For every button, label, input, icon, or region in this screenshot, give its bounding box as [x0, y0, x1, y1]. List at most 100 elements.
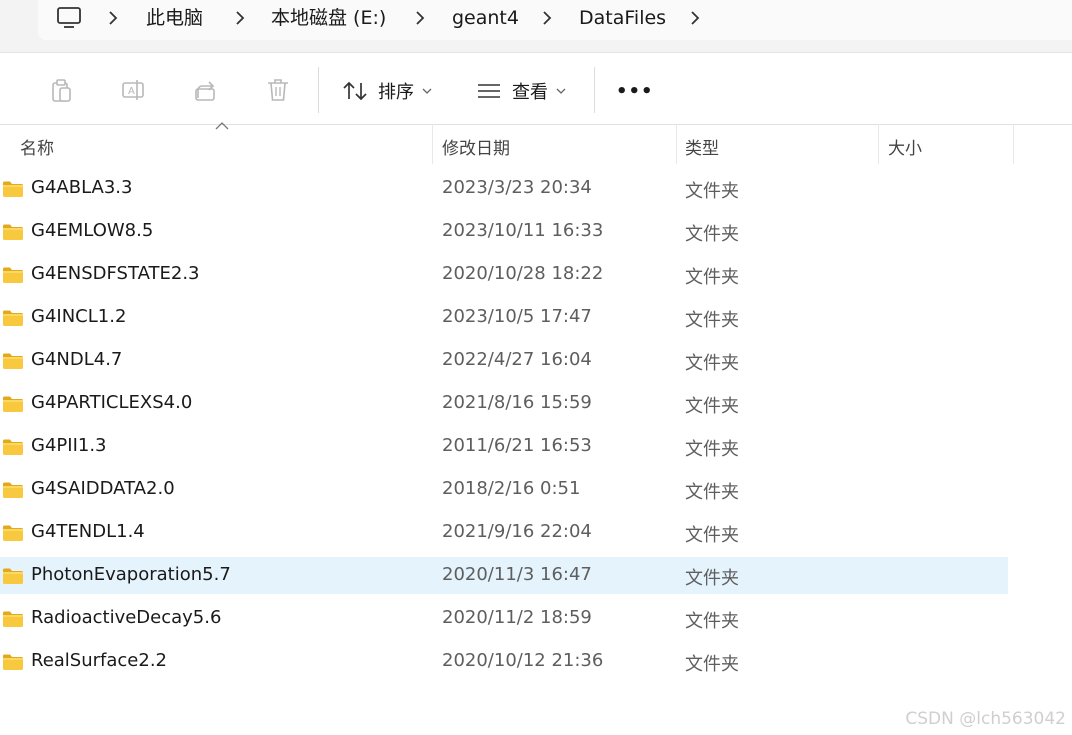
file-name: G4PII1.3 [31, 435, 107, 456]
watermark: CSDN @lch563042 [905, 709, 1066, 729]
file-modified-date: 2020/10/12 21:36 [442, 650, 604, 671]
breadcrumb-datafiles[interactable]: DataFiles [579, 6, 666, 30]
file-modified-date: 2023/10/11 16:33 [442, 220, 604, 241]
share-icon[interactable] [193, 77, 219, 103]
sort-button[interactable]: 排序 [342, 75, 432, 107]
folder-icon [3, 310, 23, 326]
chevron-right-icon[interactable] [540, 10, 554, 26]
file-name: G4ENSDFSTATE2.3 [31, 263, 200, 284]
folder-icon [3, 439, 23, 455]
file-type: 文件夹 [685, 654, 739, 675]
view-list-icon [478, 84, 500, 98]
column-header-size[interactable]: 大小 [879, 124, 1013, 164]
file-modified-date: 2018/2/16 0:51 [442, 478, 581, 499]
svg-text:A: A [128, 86, 135, 97]
file-list: G4ABLA3.3 2023/3/23 20:34 文件夹 G4EMLOW8.5… [0, 170, 1072, 686]
toolbar-separator [318, 67, 319, 113]
chevron-down-icon [556, 88, 566, 94]
sort-icon [343, 81, 367, 101]
file-name: G4INCL1.2 [31, 306, 127, 327]
file-row[interactable]: RealSurface2.2 2020/10/12 21:36 文件夹 [0, 643, 1008, 680]
toolbar-separator [594, 67, 595, 113]
folder-icon [3, 482, 23, 498]
file-type: 文件夹 [685, 525, 739, 546]
file-row[interactable]: RadioactiveDecay5.6 2020/11/2 18:59 文件夹 [0, 600, 1008, 637]
column-header-modified[interactable]: 修改日期 [433, 124, 676, 164]
file-type: 文件夹 [685, 353, 739, 374]
file-type: 文件夹 [685, 611, 739, 632]
file-modified-date: 2021/9/16 22:04 [442, 521, 592, 542]
file-name: G4NDL4.7 [31, 349, 123, 370]
column-header-size-label: 大小 [888, 139, 922, 159]
file-name: G4PARTICLEXS4.0 [31, 392, 193, 413]
folder-icon [3, 267, 23, 283]
file-modified-date: 2023/10/5 17:47 [442, 306, 592, 327]
column-header-type[interactable]: 类型 [677, 124, 878, 164]
file-type: 文件夹 [685, 439, 739, 460]
file-row[interactable]: G4TENDL1.4 2021/9/16 22:04 文件夹 [0, 514, 1008, 551]
folder-icon [3, 224, 23, 240]
address-bar-area: 此电脑 本地磁盘 (E:) geant4 DataFiles [0, 0, 1072, 52]
file-name: G4TENDL1.4 [31, 521, 145, 542]
file-modified-date: 2020/11/2 18:59 [442, 607, 592, 628]
folder-icon [3, 654, 23, 670]
column-header-name-label: 名称 [20, 139, 54, 159]
file-modified-date: 2021/8/16 15:59 [442, 392, 592, 413]
file-type: 文件夹 [685, 224, 739, 245]
column-header-name[interactable]: 名称 [0, 124, 432, 164]
file-row[interactable]: G4EMLOW8.5 2023/10/11 16:33 文件夹 [0, 213, 1008, 250]
file-modified-date: 2023/3/23 20:34 [442, 177, 592, 198]
column-header-type-label: 类型 [685, 139, 719, 159]
sort-label: 排序 [378, 82, 414, 103]
file-name: PhotonEvaporation5.7 [31, 564, 231, 585]
file-name: G4EMLOW8.5 [31, 220, 154, 241]
column-divider[interactable] [1013, 124, 1014, 164]
file-name: G4ABLA3.3 [31, 177, 133, 198]
file-row[interactable]: G4SAIDDATA2.0 2018/2/16 0:51 文件夹 [0, 471, 1008, 508]
file-type: 文件夹 [685, 396, 739, 417]
this-pc-icon[interactable] [56, 6, 82, 30]
chevron-right-icon[interactable] [106, 10, 120, 26]
file-row[interactable]: G4PII1.3 2011/6/21 16:53 文件夹 [0, 428, 1008, 465]
chevron-right-icon[interactable] [688, 10, 702, 26]
file-row[interactable]: PhotonEvaporation5.7 2020/11/3 16:47 文件夹 [0, 557, 1008, 594]
file-row[interactable]: G4INCL1.2 2023/10/5 17:47 文件夹 [0, 299, 1008, 336]
column-header-modified-label: 修改日期 [442, 139, 510, 159]
file-row[interactable]: G4NDL4.7 2022/4/27 16:04 文件夹 [0, 342, 1008, 379]
file-name: RadioactiveDecay5.6 [31, 607, 222, 628]
chevron-right-icon[interactable] [233, 10, 247, 26]
file-row[interactable]: G4PARTICLEXS4.0 2021/8/16 15:59 文件夹 [0, 385, 1008, 422]
folder-icon [3, 611, 23, 627]
view-button[interactable]: 查看 [476, 75, 566, 107]
file-type: 文件夹 [685, 568, 739, 589]
file-modified-date: 2011/6/21 16:53 [442, 435, 592, 456]
command-bar: A 排序 查看 ••• [0, 52, 1072, 125]
file-type: 文件夹 [685, 267, 739, 288]
breadcrumb-local-disk[interactable]: 本地磁盘 (E:) [271, 6, 386, 30]
more-options-icon: ••• [616, 80, 654, 102]
view-label: 查看 [512, 82, 548, 103]
folder-icon [3, 353, 23, 369]
file-type: 文件夹 [685, 482, 739, 503]
chevron-down-icon [422, 88, 432, 94]
folder-icon [3, 181, 23, 197]
file-name: RealSurface2.2 [31, 650, 168, 671]
chevron-right-icon[interactable] [413, 10, 427, 26]
copy-icon[interactable] [48, 77, 74, 103]
file-modified-date: 2020/11/3 16:47 [442, 564, 592, 585]
breadcrumb-this-pc[interactable]: 此电脑 [146, 6, 203, 30]
folder-icon [3, 568, 23, 584]
delete-icon[interactable] [265, 77, 291, 103]
breadcrumb-geant4[interactable]: geant4 [452, 6, 519, 30]
file-name: G4SAIDDATA2.0 [31, 478, 175, 499]
file-type: 文件夹 [685, 310, 739, 331]
file-type: 文件夹 [685, 181, 739, 202]
file-row[interactable]: G4ENSDFSTATE2.3 2020/10/28 18:22 文件夹 [0, 256, 1008, 293]
more-options-button[interactable]: ••• [616, 75, 654, 107]
file-row[interactable]: G4ABLA3.3 2023/3/23 20:34 文件夹 [0, 170, 1008, 207]
file-modified-date: 2020/10/28 18:22 [442, 263, 604, 284]
rename-icon[interactable]: A [120, 77, 146, 103]
file-modified-date: 2022/4/27 16:04 [442, 349, 592, 370]
folder-icon [3, 396, 23, 412]
folder-icon [3, 525, 23, 541]
